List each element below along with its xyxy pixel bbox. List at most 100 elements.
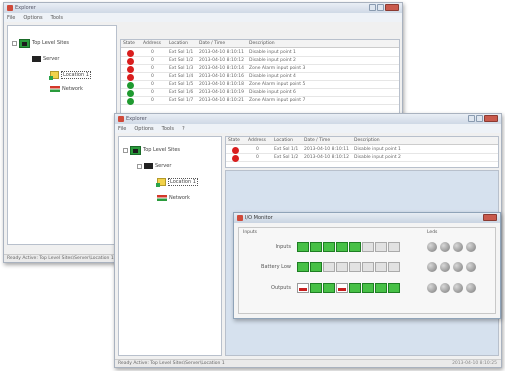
- table-row[interactable]: 0 Ext Sol 1/3 2013-04-10 8:10:14 Zone Alarm…: [121, 65, 399, 73]
- io-cell[interactable]: [336, 262, 348, 272]
- table-row[interactable]: 0 Ext Sol 1/2 2013-04-10 8:10:12 Disable in…: [226, 154, 498, 162]
- server-icon: [32, 56, 41, 62]
- collapse-icon[interactable]: [137, 163, 142, 169]
- cell-datetime: 2013-04-10 8:10:21: [199, 98, 244, 103]
- collapse-icon[interactable]: [123, 147, 128, 153]
- col-address[interactable]: Address: [248, 138, 266, 143]
- col-state[interactable]: State: [123, 41, 135, 46]
- table-row[interactable]: 0 Ext Sol 1/2 2013-04-10 8:10:12 Disable in…: [121, 57, 399, 65]
- io-cell[interactable]: [310, 283, 322, 293]
- menu-tools[interactable]: Tools: [51, 15, 63, 21]
- io-monitor-dialog[interactable]: I/O Monitor Inputs Leds Inputs Battery Lo…: [233, 212, 501, 319]
- back-tree-panel[interactable]: Top Level Sites Server Location 1 Networ…: [7, 25, 117, 245]
- io-cell[interactable]: [362, 283, 374, 293]
- table-row[interactable]: 0 Ext Sol 1/4 2013-04-10 8:10:16 Disable in…: [121, 73, 399, 81]
- close-button[interactable]: [385, 4, 399, 11]
- io-cell[interactable]: [375, 283, 387, 293]
- io-cell-group: [297, 242, 401, 252]
- cell-address: 0: [256, 155, 259, 160]
- led-indicator: [466, 283, 476, 293]
- table-row[interactable]: 0 Ext Sol 1/7 2013-04-10 8:10:21 Zone Alarm…: [121, 97, 399, 105]
- tree-node-network-label: Network: [62, 86, 83, 92]
- io-cell[interactable]: [336, 283, 348, 293]
- led-indicator: [440, 242, 450, 252]
- io-cell[interactable]: [323, 283, 335, 293]
- dialog-titlebar[interactable]: I/O Monitor: [234, 213, 500, 223]
- cell-description: Zone Alarm input point 3: [249, 66, 306, 71]
- tree-node-location[interactable]: Location 1: [49, 70, 91, 80]
- close-button[interactable]: [483, 214, 497, 221]
- io-cell[interactable]: [349, 242, 361, 252]
- status-icon: [127, 65, 134, 73]
- tree-node-root[interactable]: Top Level Sites: [12, 38, 69, 48]
- col-address[interactable]: Address: [143, 41, 161, 46]
- menu-options[interactable]: Options: [134, 126, 153, 132]
- status-icon: [232, 146, 239, 154]
- io-cell[interactable]: [349, 283, 361, 293]
- io-cell[interactable]: [388, 283, 400, 293]
- tree-node-server[interactable]: Server: [137, 161, 171, 171]
- tree-node-root[interactable]: Top Level Sites: [123, 145, 180, 155]
- col-datetime[interactable]: Date / Time: [199, 41, 225, 46]
- minimize-button[interactable]: [468, 115, 475, 122]
- io-cell[interactable]: [375, 262, 387, 272]
- front-tree-panel[interactable]: Top Level Sites Server Location 1 Networ…: [118, 136, 222, 356]
- menu-tools[interactable]: Tools: [162, 126, 174, 132]
- led-group: [427, 262, 479, 272]
- menu-options[interactable]: Options: [23, 15, 42, 21]
- col-location[interactable]: Location: [169, 41, 188, 46]
- io-cell[interactable]: [388, 262, 400, 272]
- front-window-titlebar[interactable]: Explorer: [115, 114, 501, 124]
- menu-file[interactable]: File: [7, 15, 15, 21]
- cell-address: 0: [151, 82, 154, 87]
- maximize-button[interactable]: [476, 115, 483, 122]
- io-cell[interactable]: [297, 242, 309, 252]
- cell-datetime: 2013-04-10 8:10:12: [304, 155, 349, 160]
- front-event-table[interactable]: State Address Location Date / Time Descr…: [225, 136, 499, 168]
- table-row[interactable]: 0 Ext Sol 1/6 2013-04-10 8:10:19 Disable in…: [121, 89, 399, 97]
- tree-node-network-label: Network: [169, 195, 190, 201]
- io-cell[interactable]: [362, 242, 374, 252]
- io-cell[interactable]: [349, 262, 361, 272]
- tree-node-network[interactable]: Network: [157, 193, 190, 203]
- table-row[interactable]: 0 Ext Sol 1/1 2013-04-10 8:10:11 Disable in…: [121, 49, 399, 57]
- front-status-text: Ready Active: Top Level Sites\Server\Loc…: [118, 361, 225, 366]
- menu-file[interactable]: File: [118, 126, 126, 132]
- io-cell[interactable]: [310, 242, 322, 252]
- io-cell[interactable]: [310, 262, 322, 272]
- close-button[interactable]: [484, 115, 498, 122]
- folder-icon: [49, 71, 59, 80]
- cell-location: Ext Sol 1/7: [169, 98, 194, 103]
- io-cell[interactable]: [297, 283, 309, 293]
- col-location[interactable]: Location: [274, 138, 293, 143]
- col-state[interactable]: State: [228, 138, 240, 143]
- maximize-button[interactable]: [377, 4, 384, 11]
- collapse-icon[interactable]: [12, 40, 17, 46]
- front-statusbar: Ready Active: Top Level Sites\Server\Loc…: [115, 359, 501, 367]
- led-group: [427, 283, 479, 293]
- table-row[interactable]: 0 Ext Sol 1/1 2013-04-10 8:10:11 Disable in…: [226, 146, 498, 154]
- cell-address: 0: [151, 90, 154, 95]
- table-row[interactable]: 0 Ext Sol 1/5 2013-04-10 8:10:18 Zone Alarm…: [121, 81, 399, 89]
- io-cell[interactable]: [336, 242, 348, 252]
- io-cell[interactable]: [388, 242, 400, 252]
- col-datetime[interactable]: Date / Time: [304, 138, 330, 143]
- tree-node-server-label: Server: [155, 163, 172, 169]
- io-cell[interactable]: [362, 262, 374, 272]
- io-cell[interactable]: [297, 262, 309, 272]
- front-window-title: Explorer: [126, 116, 147, 122]
- tree-node-network[interactable]: Network: [50, 84, 83, 94]
- col-description[interactable]: Description: [249, 41, 275, 46]
- cell-description: Disable input point 2: [249, 58, 296, 63]
- io-cell[interactable]: [323, 242, 335, 252]
- tree-node-server[interactable]: Server: [32, 54, 59, 64]
- minimize-button[interactable]: [369, 4, 376, 11]
- col-description[interactable]: Description: [354, 138, 380, 143]
- io-cell[interactable]: [375, 242, 387, 252]
- io-cell[interactable]: [323, 262, 335, 272]
- back-window-titlebar[interactable]: Explorer: [4, 3, 402, 13]
- led-indicator: [427, 242, 437, 252]
- menu-help[interactable]: ?: [182, 126, 185, 132]
- cell-location: Ext Sol 1/1: [169, 50, 194, 55]
- tree-node-location[interactable]: Location 1: [156, 177, 198, 187]
